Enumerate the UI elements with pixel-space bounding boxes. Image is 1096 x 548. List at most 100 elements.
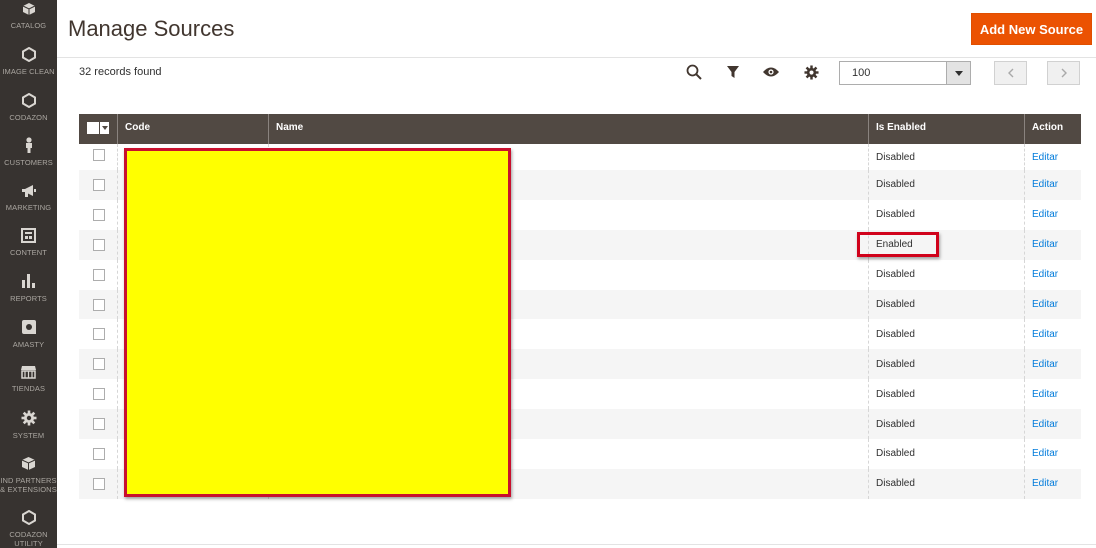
sidebar-item-image-clean[interactable]: IMAGE CLEAN [0, 46, 57, 76]
sidebar-item-partners-extensions[interactable]: IND PARTNERS & EXTENSIONS [0, 456, 57, 494]
content-icon [0, 228, 57, 248]
row-checkbox[interactable] [93, 358, 105, 371]
records-count: 32 records found [79, 66, 162, 78]
customers-icon [0, 137, 57, 158]
per-page-value: 100 [852, 67, 871, 79]
row-checkbox[interactable] [93, 208, 105, 221]
action-cell: Editar [1024, 229, 1081, 260]
per-page-select[interactable]: 100 [839, 61, 971, 85]
status-text: Disabled [876, 299, 915, 310]
status-cell: Disabled [868, 468, 1024, 499]
admin-app: CATALOG IMAGE CLEAN CODAZON CUSTOMERS MA… [0, 0, 1096, 548]
status-text: Disabled [876, 418, 915, 430]
gear-icon [0, 410, 57, 431]
edit-link[interactable]: Editar [1032, 448, 1058, 459]
edit-link[interactable]: Editar [1032, 209, 1058, 220]
sidebar-item-label: TIENDAS [11, 384, 46, 393]
column-header-is-enabled[interactable]: Is Enabled [868, 114, 1024, 144]
edit-link[interactable]: Editar [1032, 179, 1058, 190]
edit-link[interactable]: Editar [1032, 239, 1058, 250]
sidebar-item-system[interactable]: SYSTEM [0, 410, 57, 440]
row-checkbox[interactable] [93, 477, 105, 490]
action-cell: Editar [1024, 259, 1081, 290]
sidebar-item-label: MARKETING [5, 203, 52, 212]
mass-select-checkbox[interactable] [87, 122, 109, 134]
chevron-down-icon [946, 62, 970, 84]
edit-link[interactable]: Editar [1032, 269, 1058, 280]
eye-icon[interactable] [762, 63, 780, 81]
row-select-cell [79, 200, 117, 230]
row-checkbox[interactable] [93, 328, 105, 341]
sidebar-item-label: AMASTY [12, 340, 45, 349]
status-cell: Disabled [868, 409, 1024, 440]
row-checkbox[interactable] [93, 388, 105, 401]
sidebar-item-amasty[interactable]: AMASTY [0, 319, 57, 349]
row-checkbox[interactable] [93, 418, 105, 431]
action-cell: Editar [1024, 144, 1081, 170]
edit-link[interactable]: Editar [1032, 389, 1058, 400]
gear-icon[interactable] [802, 63, 820, 81]
bar-chart-icon [0, 273, 57, 294]
sidebar-item-catalog[interactable]: CATALOG [0, 2, 57, 30]
status-text: Disabled [876, 358, 915, 370]
grid-header: Code Name Is Enabled Action [79, 114, 1081, 144]
column-header-name[interactable]: Name [268, 114, 868, 144]
sidebar-item-customers[interactable]: CUSTOMERS [0, 137, 57, 167]
edit-link[interactable]: Editar [1032, 152, 1058, 163]
action-cell: Editar [1024, 439, 1081, 469]
search-icon[interactable] [685, 63, 703, 81]
page-footer-divider [57, 544, 1096, 548]
filter-icon[interactable] [724, 63, 742, 81]
sidebar-item-codazon-utility[interactable]: CODAZON UTILITY [0, 509, 57, 548]
hexagon-icon [0, 46, 57, 67]
add-new-source-button[interactable]: Add New Source [971, 13, 1092, 45]
previous-page-button[interactable] [994, 61, 1027, 85]
row-select-cell [79, 349, 117, 379]
partners-icon [0, 456, 57, 476]
status-text: Disabled [876, 328, 915, 340]
row-select-cell [79, 379, 117, 409]
hexagon-icon [0, 92, 57, 113]
action-cell: Editar [1024, 379, 1081, 410]
row-checkbox[interactable] [93, 268, 105, 281]
sidebar-item-marketing[interactable]: MARKETING [0, 184, 57, 212]
action-cell: Editar [1024, 289, 1081, 320]
sidebar-item-codazon[interactable]: CODAZON [0, 92, 57, 122]
status-cell: Disabled [868, 170, 1024, 200]
redaction-box [124, 148, 511, 497]
edit-link[interactable]: Editar [1032, 359, 1058, 370]
edit-link[interactable]: Editar [1032, 478, 1058, 489]
row-select-cell [79, 439, 117, 469]
column-header-code[interactable]: Code [117, 114, 268, 144]
edit-link[interactable]: Editar [1032, 299, 1058, 310]
sidebar-item-reports[interactable]: REPORTS [0, 273, 57, 303]
sidebar-item-label: CUSTOMERS [4, 158, 53, 167]
status-cell: Disabled [868, 439, 1024, 469]
status-cell: Disabled [868, 349, 1024, 380]
status-cell: Disabled [868, 259, 1024, 290]
status-cell: Disabled [868, 144, 1024, 170]
edit-link[interactable]: Editar [1032, 419, 1058, 430]
sidebar-item-label: CONTENT [10, 248, 47, 257]
row-select-cell [79, 319, 117, 349]
status-text: Disabled [876, 179, 915, 191]
action-cell: Editar [1024, 319, 1081, 350]
mass-action-column[interactable] [79, 114, 117, 144]
status-cell: Disabled [868, 289, 1024, 320]
sidebar-item-label: CATALOG [10, 21, 47, 30]
row-checkbox[interactable] [93, 149, 105, 161]
row-checkbox[interactable] [93, 238, 105, 251]
row-checkbox[interactable] [93, 179, 105, 191]
sidebar-item-content[interactable]: CONTENT [0, 228, 57, 257]
admin-sidebar: CATALOG IMAGE CLEAN CODAZON CUSTOMERS MA… [0, 0, 57, 548]
action-cell: Editar [1024, 170, 1081, 200]
next-page-button[interactable] [1047, 61, 1080, 85]
row-checkbox[interactable] [93, 298, 105, 311]
sidebar-item-tiendas[interactable]: TIENDAS [0, 365, 57, 393]
status-cell: Disabled [868, 319, 1024, 350]
row-select-cell [79, 409, 117, 439]
edit-link[interactable]: Editar [1032, 329, 1058, 340]
status-text: Disabled [876, 209, 915, 221]
row-checkbox[interactable] [93, 448, 105, 461]
row-select-cell [79, 170, 117, 200]
